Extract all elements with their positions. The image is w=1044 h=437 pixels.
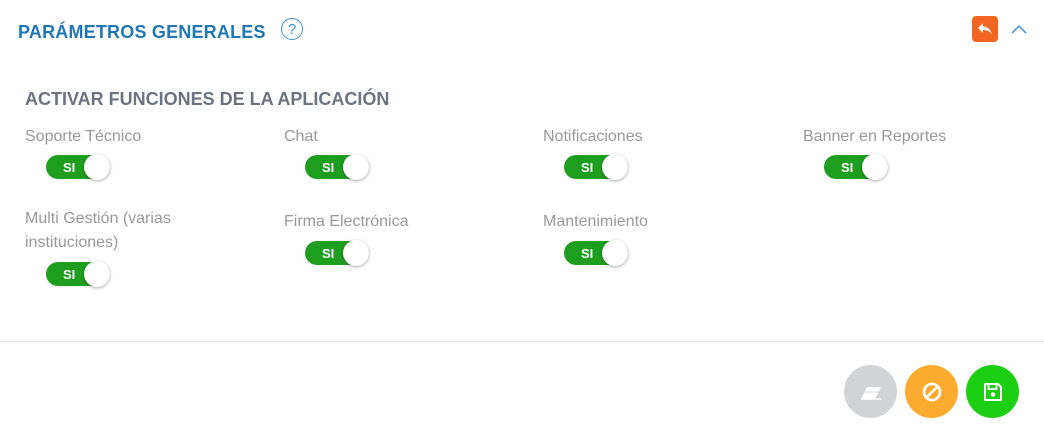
feature-label: Multi Gestión (varias instituciones) bbox=[25, 210, 171, 251]
toggle-state-label: SI bbox=[841, 160, 854, 175]
clear-button[interactable] bbox=[844, 365, 897, 418]
general-parameters-panel: PARÁMETROS GENERALES ? ACTIVAR FUNCIONES… bbox=[0, 0, 1044, 437]
cancel-button[interactable] bbox=[905, 365, 958, 418]
feature-banner-reportes: Banner en Reportes bbox=[803, 125, 1023, 149]
toggle-knob bbox=[343, 154, 369, 180]
toggle-state-label: SI bbox=[63, 267, 76, 282]
page-title: PARÁMETROS GENERALES bbox=[18, 22, 266, 42]
toggle-notificaciones[interactable]: SI bbox=[564, 154, 628, 180]
feature-label: Mantenimiento bbox=[543, 213, 648, 230]
toggle-knob bbox=[343, 240, 369, 266]
help-question-icon[interactable]: ? bbox=[281, 18, 303, 40]
feature-firma-electronica: Firma Electrónica bbox=[284, 210, 504, 234]
toggle-mantenimiento[interactable]: SI bbox=[564, 240, 628, 266]
toggle-soporte-tecnico[interactable]: SI bbox=[46, 154, 110, 180]
back-button[interactable] bbox=[972, 16, 998, 42]
ban-icon bbox=[922, 382, 941, 401]
toggle-state-label: SI bbox=[63, 160, 76, 175]
toggle-knob bbox=[84, 154, 110, 180]
feature-notificaciones: Notificaciones bbox=[543, 125, 763, 149]
feature-mantenimiento: Mantenimiento bbox=[543, 210, 763, 234]
reply-arrow-icon bbox=[978, 23, 992, 35]
toggle-banner-reportes[interactable]: SI bbox=[824, 154, 888, 180]
toggle-knob bbox=[84, 261, 110, 287]
toggle-knob bbox=[862, 154, 888, 180]
feature-multi-gestion: Multi Gestión (varias instituciones) bbox=[25, 207, 195, 255]
toggle-multi-gestion[interactable]: SI bbox=[46, 261, 110, 287]
toggle-state-label: SI bbox=[322, 246, 335, 261]
feature-soporte-tecnico: Soporte Técnico bbox=[25, 125, 245, 149]
feature-label: Notificaciones bbox=[543, 128, 643, 145]
toggle-chat[interactable]: SI bbox=[305, 154, 369, 180]
feature-label: Soporte Técnico bbox=[25, 128, 142, 145]
save-button[interactable] bbox=[966, 365, 1019, 418]
toggle-knob bbox=[602, 240, 628, 266]
toggle-state-label: SI bbox=[322, 160, 335, 175]
floppy-disk-icon bbox=[983, 382, 1002, 401]
feature-label: Banner en Reportes bbox=[803, 128, 947, 145]
toggle-knob bbox=[602, 154, 628, 180]
chevron-up-icon[interactable] bbox=[1009, 20, 1029, 40]
feature-label: Firma Electrónica bbox=[284, 213, 409, 230]
toggle-state-label: SI bbox=[581, 246, 594, 261]
toggle-state-label: SI bbox=[581, 160, 594, 175]
divider bbox=[0, 341, 1044, 342]
feature-label: Chat bbox=[284, 128, 318, 145]
toggle-firma-electronica[interactable]: SI bbox=[305, 240, 369, 266]
section-title: ACTIVAR FUNCIONES DE LA APLICACIÓN bbox=[25, 89, 390, 109]
feature-chat: Chat bbox=[284, 125, 504, 149]
eraser-icon bbox=[860, 386, 881, 400]
